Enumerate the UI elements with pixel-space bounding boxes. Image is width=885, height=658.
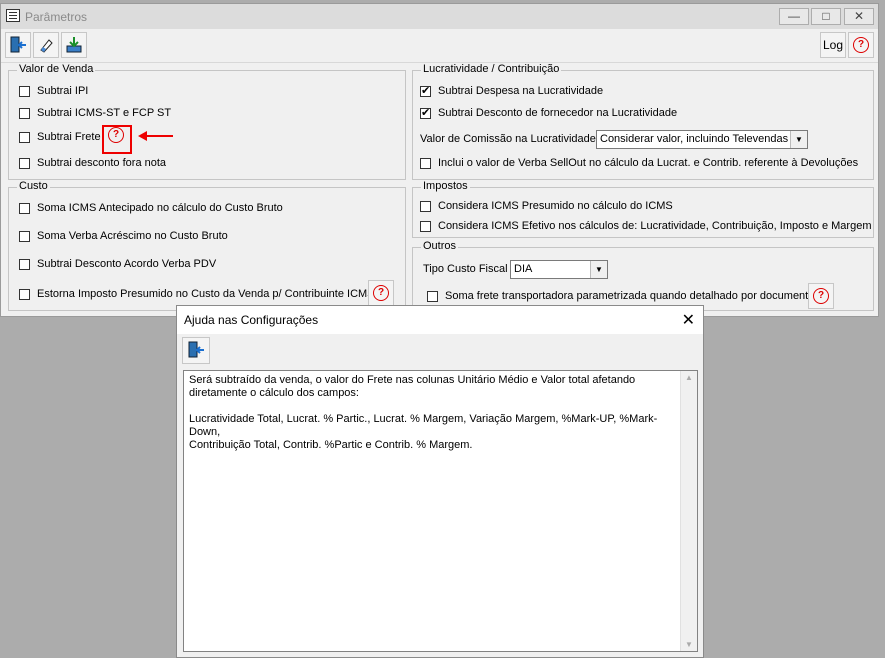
checkbox[interactable]	[420, 106, 431, 119]
import-button[interactable]	[61, 32, 87, 58]
tipo-custo-select[interactable]: DIA ▼	[510, 260, 608, 279]
exit-button[interactable]	[5, 32, 31, 58]
help-icon: ?	[108, 127, 124, 143]
group-lucratividade-title: Lucratividade / Contribuição	[421, 63, 562, 75]
checkbox[interactable]	[420, 200, 431, 212]
checkbox[interactable]	[427, 290, 438, 302]
checkbox[interactable]	[19, 202, 30, 214]
label: Subtrai Despesa na Lucratividade	[438, 85, 604, 97]
checkbox[interactable]	[19, 131, 30, 143]
chk-icms-presumido[interactable]: Considera ICMS Presumido no cálculo do I…	[420, 200, 673, 212]
checkbox[interactable]	[19, 157, 30, 169]
red-arrow-icon	[138, 131, 173, 141]
checkbox[interactable]	[420, 220, 431, 232]
label: Considera ICMS Presumido no cálculo do I…	[438, 200, 673, 212]
label: Soma ICMS Antecipado no cálculo do Custo…	[37, 202, 283, 214]
help-icon: ?	[853, 37, 869, 53]
chk-soma-icms-antecipado[interactable]: Soma ICMS Antecipado no cálculo do Custo…	[19, 202, 283, 214]
checkbox[interactable]	[19, 288, 30, 300]
group-impostos: Impostos Considera ICMS Presumido no cál…	[412, 180, 874, 238]
dialog-close-button[interactable]: ✕	[682, 310, 695, 330]
chk-soma-verba-acrescimo[interactable]: Soma Verba Acréscimo no Custo Bruto	[19, 230, 228, 242]
help-text: Será subtraído da venda, o valor do Fret…	[189, 374, 658, 451]
comissao-value: Considerar valor, incluindo Televendas	[600, 133, 789, 145]
minimize-button[interactable]: —	[779, 8, 809, 25]
group-valor-venda: Valor de Venda Subtrai IPI Subtrai ICMS-…	[8, 63, 406, 180]
checkbox[interactable]	[19, 258, 30, 270]
app-icon	[6, 9, 20, 22]
label: Subtrai IPI	[37, 85, 89, 97]
label: Subtrai Frete	[37, 131, 101, 143]
help-dialog: Ajuda nas Configurações ✕ Será subtraído…	[176, 305, 704, 658]
maximize-button[interactable]: □	[811, 8, 841, 25]
parametros-window: Parâmetros — □ ✕ Log ? Valor de Venda Su…	[0, 3, 879, 317]
label: Estorna Imposto Presumido no Custo da Ve…	[37, 288, 375, 300]
help-text-area[interactable]: Será subtraído da venda, o valor do Fret…	[183, 370, 698, 652]
help-frete-button[interactable]: ?	[105, 123, 129, 147]
group-custo-title: Custo	[17, 180, 50, 192]
chk-estorna-imposto[interactable]: Estorna Imposto Presumido no Custo da Ve…	[19, 288, 375, 300]
dialog-exit-button[interactable]	[182, 337, 210, 364]
chk-subtrai-desconto-acordo[interactable]: Subtrai Desconto Acordo Verba PDV	[19, 258, 216, 270]
dropdown-arrow-icon[interactable]: ▼	[790, 131, 807, 148]
label: Considera ICMS Efetivo nos cálculos de: …	[438, 220, 872, 232]
dropdown-arrow-icon[interactable]: ▼	[590, 261, 607, 278]
chk-subtrai-icms-st[interactable]: Subtrai ICMS-ST e FCP ST	[19, 107, 171, 119]
scroll-up-icon[interactable]: ▲	[685, 373, 693, 382]
chk-inclui-verba-sellout[interactable]: Inclui o valor de Verba SellOut no cálcu…	[420, 157, 858, 169]
checkbox[interactable]	[420, 84, 431, 97]
dialog-title: Ajuda nas Configurações	[184, 313, 319, 327]
eraser-icon	[40, 39, 53, 53]
vertical-scrollbar[interactable]: ▲ ▼	[680, 371, 697, 651]
scroll-down-icon[interactable]: ▼	[685, 640, 693, 649]
help-estorna-button[interactable]: ?	[368, 280, 394, 306]
group-outros: Outros Tipo Custo Fiscal DIA ▼ Soma fret…	[412, 240, 874, 311]
group-impostos-title: Impostos	[421, 180, 470, 192]
checkbox[interactable]	[19, 107, 30, 119]
group-outros-title: Outros	[421, 240, 459, 252]
chk-icms-efetivo[interactable]: Considera ICMS Efetivo nos cálculos de: …	[420, 220, 872, 232]
help-outros-button[interactable]: ?	[808, 283, 834, 309]
eraser-button[interactable]	[33, 32, 59, 58]
label: Subtrai desconto fora nota	[37, 157, 167, 169]
help-button[interactable]: ?	[848, 32, 874, 58]
close-button[interactable]: ✕	[844, 8, 874, 25]
group-custo: Custo Soma ICMS Antecipado no cálculo do…	[8, 180, 406, 311]
checkbox[interactable]	[420, 157, 431, 169]
chk-subtrai-despesa[interactable]: Subtrai Despesa na Lucratividade	[420, 84, 604, 97]
window-title: Parâmetros	[25, 10, 88, 24]
group-lucratividade: Lucratividade / Contribuição Subtrai Des…	[412, 63, 874, 180]
tipo-custo-label: Tipo Custo Fiscal	[423, 263, 508, 275]
download-icon	[66, 37, 82, 53]
comissao-label: Valor de Comissão na Lucratividade:	[420, 133, 599, 145]
comissao-select[interactable]: Considerar valor, incluindo Televendas ▼	[596, 130, 808, 149]
tipo-custo-value: DIA	[514, 263, 533, 275]
label: Inclui o valor de Verba SellOut no cálcu…	[438, 157, 859, 169]
dialog-title-bar[interactable]: Ajuda nas Configurações ✕	[177, 306, 703, 334]
label: Subtrai Desconto Acordo Verba PDV	[37, 258, 217, 270]
chk-subtrai-ipi[interactable]: Subtrai IPI	[19, 85, 88, 97]
group-valor-venda-title: Valor de Venda	[17, 63, 96, 75]
label: Soma Verba Acréscimo no Custo Bruto	[37, 230, 228, 242]
label: Subtrai ICMS-ST e FCP ST	[37, 107, 172, 119]
chk-subtrai-desconto[interactable]: Subtrai desconto fora nota	[19, 157, 166, 169]
title-bar[interactable]: Parâmetros — □ ✕	[1, 4, 878, 29]
help-icon: ?	[813, 288, 829, 304]
toolbar: Log ?	[1, 29, 878, 63]
exit-icon	[10, 36, 26, 53]
chk-subtrai-desconto-fornecedor[interactable]: Subtrai Desconto de fornecedor na Lucrat…	[420, 106, 678, 119]
checkbox[interactable]	[19, 85, 30, 97]
checkbox[interactable]	[19, 230, 30, 242]
chk-soma-frete-transportadora[interactable]: Soma frete transportadora parametrizada …	[427, 290, 814, 302]
log-button[interactable]: Log	[820, 32, 846, 58]
exit-icon	[188, 341, 204, 358]
chk-subtrai-frete[interactable]: Subtrai Frete	[19, 131, 101, 143]
help-icon: ?	[373, 285, 389, 301]
label: Subtrai Desconto de fornecedor na Lucrat…	[438, 107, 678, 119]
label: Soma frete transportadora parametrizada …	[445, 290, 815, 302]
